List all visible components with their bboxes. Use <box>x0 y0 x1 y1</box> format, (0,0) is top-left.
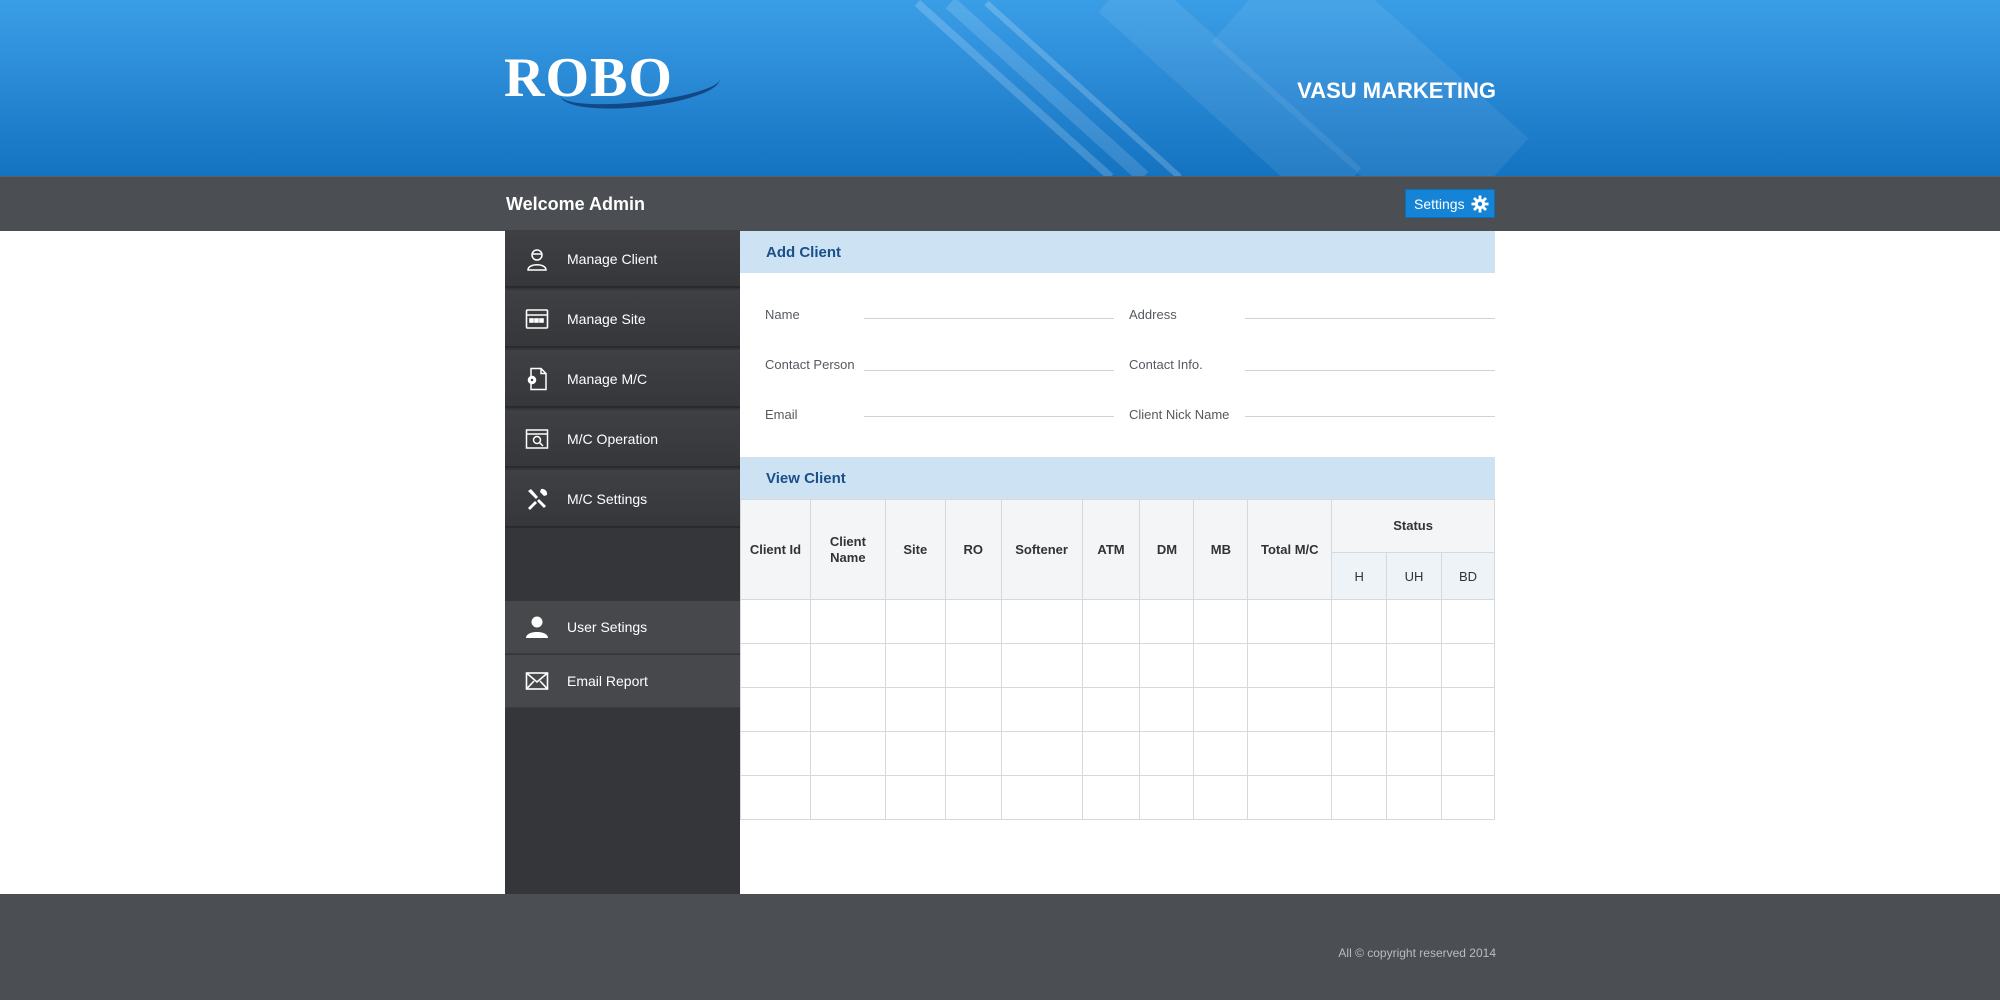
table-row <box>740 775 1495 820</box>
site-header: ROBO VASU MARKETING <box>0 0 2000 176</box>
sidebar-item-email-report[interactable]: Email Report <box>505 655 740 708</box>
view-client-title: View Client <box>766 470 846 487</box>
col-dm: DM <box>1139 499 1195 600</box>
sidebar-item-label: User Setings <box>567 619 648 635</box>
col-status-uh: UH <box>1386 552 1442 600</box>
sidebar-item-label: Manage Site <box>567 311 646 327</box>
name-label: Name <box>765 307 800 322</box>
name-field[interactable] <box>864 318 1114 319</box>
client-table: Client Id Client Name Site RO Softener A… <box>740 499 1495 820</box>
col-ro: RO <box>944 499 1002 600</box>
sidebar-item-mc-operation[interactable]: M/C Operation <box>505 410 740 468</box>
contact-info-field[interactable] <box>1245 370 1495 371</box>
sidebar-item-manage-site[interactable]: Manage Site <box>505 290 740 348</box>
sidebar-item-user-settings[interactable]: User Setings <box>505 601 740 654</box>
address-label: Address <box>1129 307 1177 322</box>
table-row <box>740 687 1495 732</box>
sidebar-item-label: Email Report <box>567 673 648 689</box>
contact-person-field[interactable] <box>864 370 1114 371</box>
table-row <box>740 731 1495 776</box>
sidebar-item-mc-settings[interactable]: M/C Settings <box>505 470 740 528</box>
col-mb: MB <box>1193 499 1249 600</box>
add-client-title: Add Client <box>766 244 841 261</box>
logo[interactable]: ROBO <box>504 46 673 110</box>
table-header-row: Client Id Client Name Site RO Softener A… <box>740 499 1495 600</box>
contact-person-label: Contact Person <box>765 357 855 372</box>
email-field[interactable] <box>864 416 1114 417</box>
col-client-name: Client Name <box>809 499 886 600</box>
window-search-icon <box>525 427 549 451</box>
view-client-header: View Client <box>740 457 1495 499</box>
col-status-h: H <box>1331 552 1388 600</box>
sidebar-item-manage-mc[interactable]: Manage M/C <box>505 350 740 408</box>
col-client-id: Client Id <box>740 499 811 600</box>
client-nick-name-label: Client Nick Name <box>1129 407 1230 422</box>
address-field[interactable] <box>1245 318 1495 319</box>
table-row <box>740 599 1495 644</box>
site-footer: All © copyright reserved 2014 <box>0 894 2000 1000</box>
col-status-bd: BD <box>1441 552 1495 600</box>
person-icon <box>525 615 549 639</box>
user-icon <box>525 247 549 271</box>
welcome-bar: Welcome Admin Settings <box>0 176 2000 231</box>
sidebar-item-manage-client[interactable]: Manage Client <box>505 230 740 288</box>
document-gear-icon <box>525 367 549 391</box>
col-site: Site <box>884 499 946 600</box>
copyright-text: All © copyright reserved 2014 <box>1338 946 1496 960</box>
tools-icon <box>525 487 549 511</box>
sidebar-item-label: Manage Client <box>567 251 658 267</box>
sidebar-item-label: M/C Settings <box>567 491 648 507</box>
col-atm: ATM <box>1081 499 1141 600</box>
welcome-text: Welcome Admin <box>506 194 646 214</box>
client-nick-name-field[interactable] <box>1245 416 1495 417</box>
gear-icon <box>1471 195 1489 216</box>
window-icon <box>525 307 549 331</box>
contact-info-label: Contact Info. <box>1129 357 1203 372</box>
col-status: Status <box>1331 499 1495 553</box>
col-softener: Softener <box>1000 499 1083 600</box>
sidebar: Manage Client Manage Site Manage M/C M/C… <box>505 230 740 895</box>
email-label: Email <box>765 407 798 422</box>
envelope-icon <box>525 669 549 693</box>
sidebar-item-label: M/C Operation <box>567 431 659 447</box>
settings-button[interactable]: Settings <box>1405 189 1495 218</box>
add-client-header: Add Client <box>740 231 1495 273</box>
col-total-mc: Total M/C <box>1247 499 1333 600</box>
sidebar-item-label: Manage M/C <box>567 371 648 387</box>
table-row <box>740 643 1495 688</box>
settings-label: Settings <box>1414 196 1465 212</box>
company-name: VASU MARKETING <box>1297 78 1496 103</box>
